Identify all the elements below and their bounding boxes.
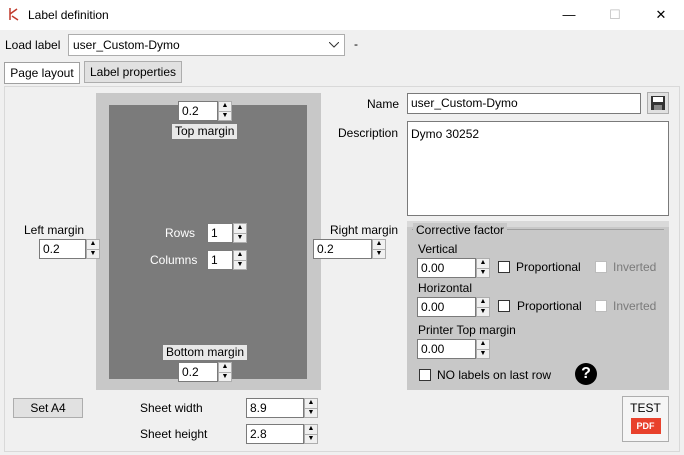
printer-top-margin-input[interactable]: 0.00 xyxy=(417,339,476,359)
horizontal-inverted-label: Inverted xyxy=(613,299,657,313)
description-label: Description xyxy=(338,126,399,140)
name-input[interactable]: user_Custom-Dymo xyxy=(407,93,641,114)
top-margin-stepper[interactable]: ▲ ▼ xyxy=(218,101,232,121)
load-label-selected: user_Custom-Dymo xyxy=(73,38,180,52)
rows-label: Rows xyxy=(165,226,196,240)
vertical-proportional-label: Proportional xyxy=(516,260,581,274)
horizontal-stepper[interactable]: ▲ ▼ xyxy=(476,297,490,317)
sheet-width-label: Sheet width xyxy=(140,401,203,415)
rows-input[interactable]: 1 xyxy=(207,223,233,243)
left-margin-input[interactable]: 0.2 xyxy=(39,239,86,259)
horizontal-proportional-checkbox[interactable] xyxy=(498,300,510,312)
pdf-icon: PDF xyxy=(630,418,661,434)
name-label: Name xyxy=(367,97,400,111)
load-label-select[interactable]: user_Custom-Dymo xyxy=(68,34,345,56)
minimize-button[interactable]: — xyxy=(546,0,592,30)
left-margin-label: Left margin xyxy=(24,223,85,237)
vertical-input[interactable]: 0.00 xyxy=(417,258,476,278)
horizontal-label: Horizontal xyxy=(418,281,473,295)
bottom-margin-label: Bottom margin xyxy=(163,345,248,360)
printer-top-margin-stepper[interactable]: ▲ ▼ xyxy=(476,339,490,359)
columns-label: Columns xyxy=(150,253,198,267)
top-margin-label: Top margin xyxy=(172,124,238,139)
sheet-width-input[interactable]: 8.9 xyxy=(246,398,304,418)
save-icon xyxy=(651,96,665,110)
horizontal-proportional-label: Proportional xyxy=(517,299,582,313)
columns-input[interactable]: 1 xyxy=(207,250,233,270)
bottom-margin-stepper[interactable]: ▲ ▼ xyxy=(218,362,232,382)
maximize-button[interactable]: ☐ xyxy=(592,0,638,30)
tab-page-layout[interactable]: Page layout xyxy=(4,62,80,84)
help-icon[interactable]: ? xyxy=(575,363,597,385)
load-label-dash: - xyxy=(354,37,358,51)
vertical-inverted-checkbox[interactable] xyxy=(595,261,607,273)
corrective-factor-title: Corrective factor xyxy=(413,223,508,237)
no-labels-last-row-label: NO labels on last row xyxy=(437,368,552,382)
horizontal-inverted-checkbox[interactable] xyxy=(595,300,607,312)
right-margin-label: Right margin xyxy=(330,223,399,237)
vertical-inverted-label: Inverted xyxy=(613,260,657,274)
sheet-height-input[interactable]: 2.8 xyxy=(246,424,304,444)
window-title: Label definition xyxy=(28,8,109,22)
save-button[interactable] xyxy=(647,92,669,114)
top-margin-input[interactable]: 0.2 xyxy=(178,101,218,121)
test-pdf-button[interactable]: TEST PDF xyxy=(622,396,669,442)
bottom-margin-input[interactable]: 0.2 xyxy=(178,362,218,382)
right-margin-stepper[interactable]: ▲ ▼ xyxy=(372,239,386,259)
left-margin-stepper[interactable]: ▲ ▼ xyxy=(86,239,100,259)
app-icon xyxy=(9,8,19,21)
close-button[interactable]: ✕ xyxy=(638,0,684,30)
right-margin-input[interactable]: 0.2 xyxy=(313,239,372,259)
description-textarea[interactable]: Dymo 30252 xyxy=(407,121,669,216)
tab-label-properties[interactable]: Label properties xyxy=(84,61,182,83)
chevron-down-icon xyxy=(329,42,339,48)
sheet-height-label: Sheet height xyxy=(140,427,208,441)
horizontal-input[interactable]: 0.00 xyxy=(417,297,476,317)
set-a4-button[interactable]: Set A4 xyxy=(13,398,83,418)
printer-top-margin-label: Printer Top margin xyxy=(418,323,516,337)
test-label: TEST xyxy=(630,401,661,415)
load-label-text: Load label xyxy=(5,38,61,52)
rows-stepper[interactable]: ▲ ▼ xyxy=(233,223,247,243)
columns-stepper[interactable]: ▲ ▼ xyxy=(233,250,247,270)
no-labels-last-row-checkbox[interactable] xyxy=(419,369,431,381)
vertical-proportional-checkbox[interactable] xyxy=(498,261,510,273)
title-bar: Label definition — ☐ ✕ xyxy=(0,0,684,30)
sheet-height-stepper[interactable]: ▲ ▼ xyxy=(304,424,318,444)
vertical-stepper[interactable]: ▲ ▼ xyxy=(476,258,490,278)
sheet-width-stepper[interactable]: ▲ ▼ xyxy=(304,398,318,418)
vertical-label: Vertical xyxy=(418,242,458,256)
